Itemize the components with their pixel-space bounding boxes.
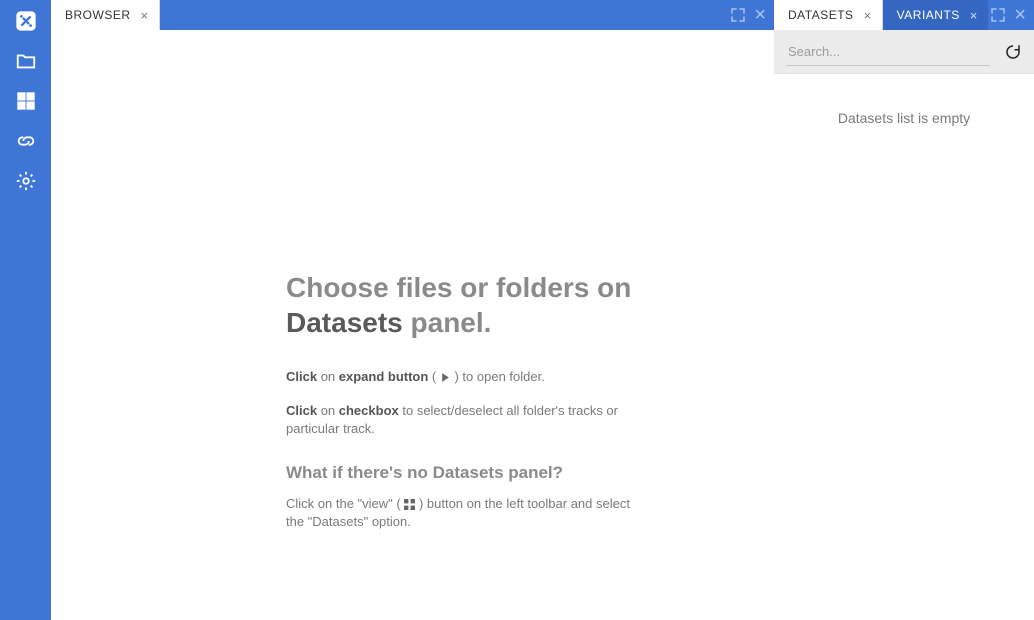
refresh-icon[interactable] xyxy=(1004,43,1022,61)
folder-icon[interactable] xyxy=(15,50,37,72)
close-panel-icon[interactable]: × xyxy=(1014,5,1026,25)
empty-heading: Choose files or folders on Datasets pane… xyxy=(286,270,646,340)
empty-line1: Click on expand button ( ) to open folde… xyxy=(286,368,646,386)
main-panel-controls: × xyxy=(730,0,774,30)
browser-content: Choose files or folders on Datasets pane… xyxy=(51,30,774,620)
left-toolbar xyxy=(0,0,51,620)
right-panel-controls: × xyxy=(990,0,1034,30)
datasets-content: Datasets list is empty xyxy=(774,30,1034,620)
tab-label: BROWSER xyxy=(65,8,131,22)
close-icon[interactable]: × xyxy=(970,9,978,22)
link-icon[interactable] xyxy=(15,130,37,152)
close-icon[interactable]: × xyxy=(864,9,872,22)
tab-datasets[interactable]: DATASETS × xyxy=(774,0,883,30)
play-icon xyxy=(440,372,451,383)
logo-icon[interactable] xyxy=(15,10,37,32)
tab-label: VARIANTS xyxy=(897,8,960,22)
main-panel: BROWSER × × Choose files or folders on D… xyxy=(51,0,774,620)
maximize-icon[interactable] xyxy=(990,7,1006,23)
right-panel: DATASETS × VARIANTS × × Datasets list is… xyxy=(774,0,1034,620)
tab-browser[interactable]: BROWSER × xyxy=(51,0,160,30)
maximize-icon[interactable] xyxy=(730,7,746,23)
close-panel-icon[interactable]: × xyxy=(754,5,766,25)
search-input[interactable] xyxy=(786,38,990,66)
empty-line2: Click on checkbox to select/deselect all… xyxy=(286,402,646,438)
view-icon[interactable] xyxy=(15,90,37,112)
tab-label: DATASETS xyxy=(788,8,854,22)
empty-subheading: What if there's no Datasets panel? xyxy=(286,463,646,483)
settings-icon[interactable] xyxy=(15,170,37,192)
right-tabbar: DATASETS × VARIANTS × × xyxy=(774,0,1034,30)
empty-line3: Click on the "view" ( ) button on the le… xyxy=(286,495,646,531)
main-tabbar: BROWSER × × xyxy=(51,0,774,30)
datasets-search-row xyxy=(774,30,1034,74)
tab-variants[interactable]: VARIANTS × xyxy=(883,0,988,30)
datasets-empty-message: Datasets list is empty xyxy=(774,110,1034,126)
browser-empty-state: Choose files or folders on Datasets pane… xyxy=(286,270,646,531)
close-icon[interactable]: × xyxy=(141,9,149,22)
grid-icon xyxy=(404,499,415,510)
